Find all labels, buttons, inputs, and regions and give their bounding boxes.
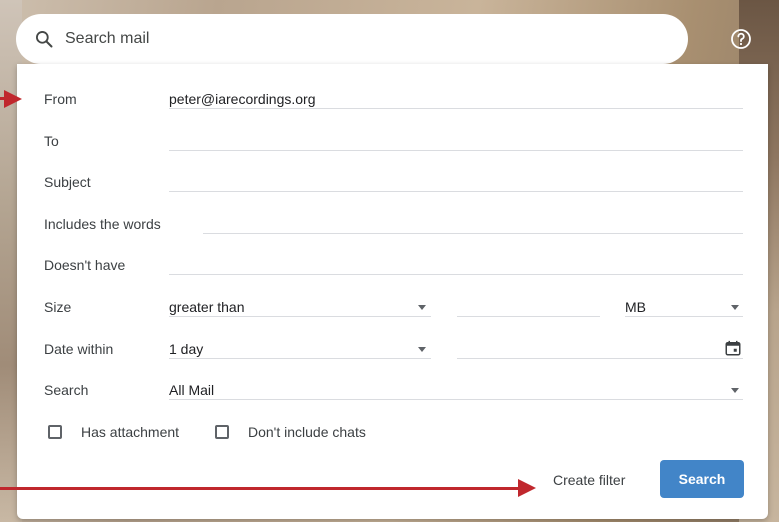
doesnt-have-label: Doesn't have xyxy=(44,257,126,273)
size-label: Size xyxy=(44,299,72,315)
chevron-down-icon[interactable] xyxy=(418,347,426,352)
search-icon[interactable] xyxy=(34,29,54,49)
to-label: To xyxy=(44,133,59,149)
size-value-field[interactable] xyxy=(457,316,600,317)
to-field[interactable] xyxy=(169,150,743,151)
size-operator-underline xyxy=(169,316,431,317)
subject-label: Subject xyxy=(44,174,91,190)
help-icon[interactable] xyxy=(729,27,753,51)
create-filter-button[interactable]: Create filter xyxy=(553,472,625,488)
date-within-label: Date within xyxy=(44,341,114,357)
annotation-arrow-head xyxy=(518,479,536,497)
from-field[interactable]: peter@iarecordings.org xyxy=(169,91,316,107)
subject-field[interactable] xyxy=(169,191,743,192)
calendar-icon[interactable] xyxy=(724,339,742,357)
date-within-select[interactable]: 1 day xyxy=(169,341,203,357)
from-field-underline xyxy=(169,108,743,109)
search-bar[interactable]: Search mail xyxy=(16,14,688,64)
top-bar: Search mail xyxy=(0,0,779,72)
includes-field[interactable] xyxy=(203,233,743,234)
advanced-search-panel: From peter@iarecordings.org To Subject I… xyxy=(17,64,768,519)
has-attachment-checkbox[interactable] xyxy=(48,425,62,439)
chevron-down-icon[interactable] xyxy=(418,305,426,310)
search-scope-select[interactable]: All Mail xyxy=(169,382,214,398)
from-label: From xyxy=(44,91,77,107)
search-button[interactable]: Search xyxy=(660,460,744,498)
chevron-down-icon[interactable] xyxy=(731,305,739,310)
annotation-arrow-line xyxy=(0,487,522,490)
chevron-down-icon[interactable] xyxy=(731,388,739,393)
size-unit-select[interactable]: MB xyxy=(625,299,646,315)
search-scope-label: Search xyxy=(44,382,89,398)
size-unit-underline xyxy=(625,316,743,317)
search-input[interactable]: Search mail xyxy=(65,30,149,48)
dont-include-chats-checkbox[interactable] xyxy=(215,425,229,439)
has-attachment-label[interactable]: Has attachment xyxy=(81,424,179,440)
dont-include-chats-label[interactable]: Don't include chats xyxy=(248,424,366,440)
size-operator-select[interactable]: greater than xyxy=(169,299,245,315)
doesnt-have-field[interactable] xyxy=(169,274,743,275)
date-within-underline xyxy=(169,358,431,359)
date-field[interactable] xyxy=(457,358,743,359)
includes-label: Includes the words xyxy=(44,216,161,232)
annotation-arrow-head xyxy=(4,90,22,108)
search-scope-underline xyxy=(169,399,743,400)
